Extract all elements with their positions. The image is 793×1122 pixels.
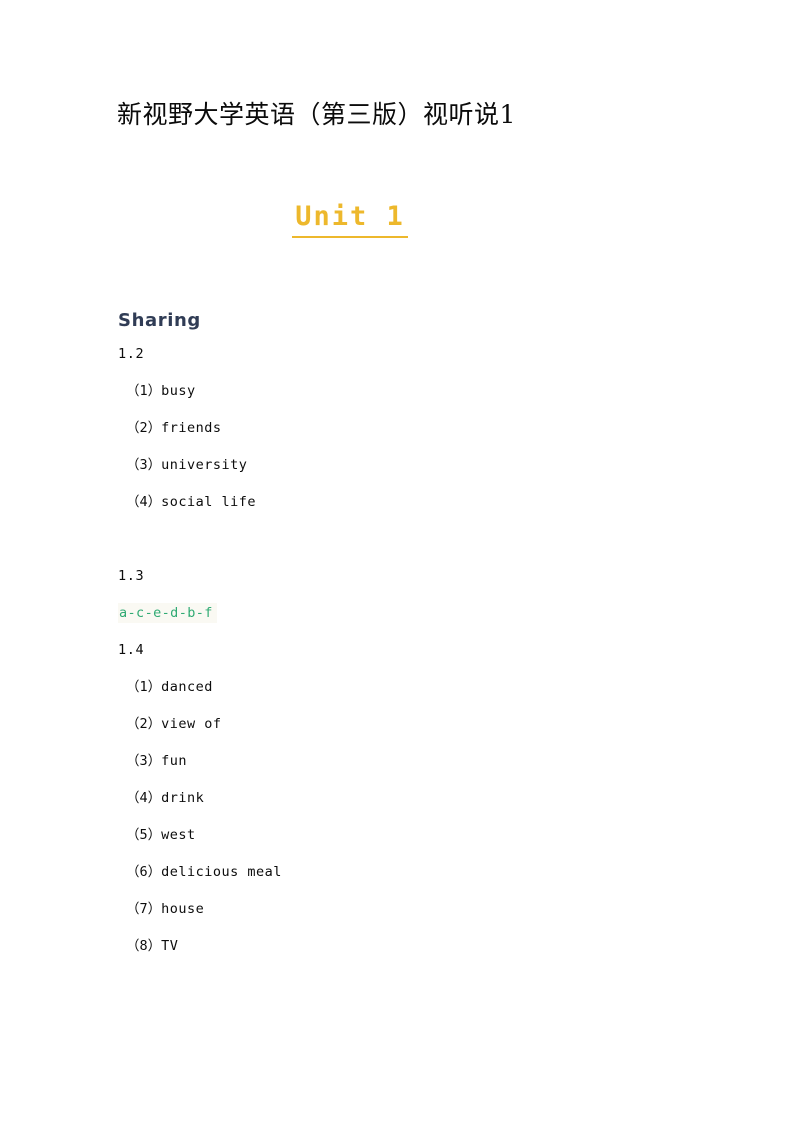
list-item-marker: （1） xyxy=(126,383,162,399)
list-item-text: fun xyxy=(161,753,188,769)
list-item: （4）drink xyxy=(118,789,718,826)
list-item: （3）university xyxy=(118,456,718,493)
list-item-text: danced xyxy=(161,679,213,695)
list-item: （2）view of xyxy=(118,715,718,752)
list-item: （5）west xyxy=(118,826,718,863)
unit-heading: Unit 1 xyxy=(292,200,408,238)
list-item: （4）social life xyxy=(118,493,718,530)
list-item-marker: （3） xyxy=(126,753,162,769)
list-item-marker: （7） xyxy=(126,901,162,917)
list-item-text: delicious meal xyxy=(161,864,282,880)
list-item-marker: （8） xyxy=(126,938,162,954)
exercise-number: 1.4 xyxy=(118,642,145,658)
list-item-text: west xyxy=(161,827,196,843)
unit-heading-container: Unit 1 xyxy=(0,200,700,238)
list-item-text: social life xyxy=(161,494,257,510)
list-item: （6）delicious meal xyxy=(118,863,718,900)
list-item: （1）busy xyxy=(118,382,718,419)
exercise-number: 1.2 xyxy=(118,346,145,362)
list-item-marker: （6） xyxy=(126,864,162,880)
sequence-answer-text: a-c-e-d-b-f xyxy=(118,603,217,623)
list-item-text: drink xyxy=(161,790,205,806)
sequence-answer: a-c-e-d-b-f xyxy=(118,603,718,641)
exercise-number: 1.3 xyxy=(118,568,145,584)
list-item-marker: （4） xyxy=(126,790,162,806)
section-heading-sharing: Sharing xyxy=(118,310,201,331)
list-item: （7）house xyxy=(118,900,718,937)
list-item-marker: （1） xyxy=(126,679,162,695)
list-item-text: busy xyxy=(161,383,196,399)
list-item-marker: （2） xyxy=(126,420,162,436)
list-item-marker: （4） xyxy=(126,494,162,510)
list-item-marker: （3） xyxy=(126,457,162,473)
list-item-marker: （2） xyxy=(126,716,162,732)
document-page: 新视野大学英语（第三版）视听说1 Unit 1 Sharing 1.2 （1）b… xyxy=(0,0,793,1122)
list-item: （3）fun xyxy=(118,752,718,789)
list-item-text: friends xyxy=(161,420,222,436)
list-item-text: TV xyxy=(161,938,179,954)
exercise-content: 1.2 （1）busy （2）friends （3）university （4）… xyxy=(118,345,718,974)
list-item: （1）danced xyxy=(118,678,718,715)
list-item: （2）friends xyxy=(118,419,718,456)
list-item-text: university xyxy=(161,457,248,473)
list-item-marker: （5） xyxy=(126,827,162,843)
list-item: （8）TV xyxy=(118,937,718,974)
document-title: 新视野大学英语（第三版）视听说1 xyxy=(117,100,516,129)
list-item-text: view of xyxy=(161,716,222,732)
list-item-text: house xyxy=(161,901,205,917)
